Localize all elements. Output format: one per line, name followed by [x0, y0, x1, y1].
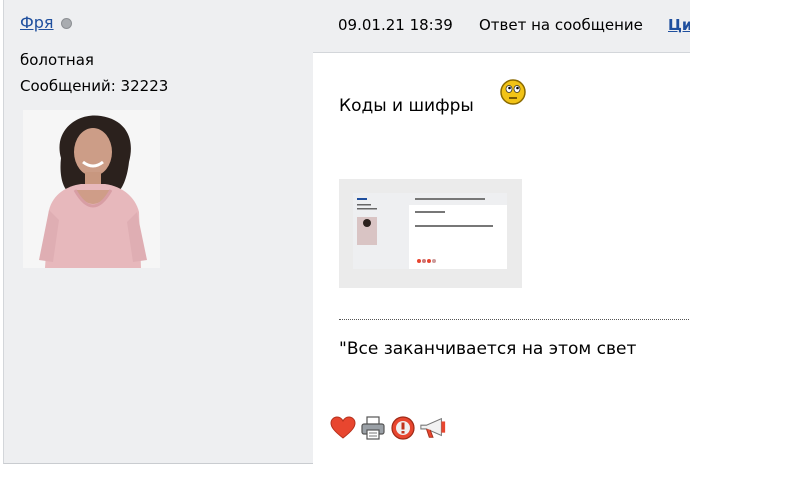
- post-main: 09.01.21 18:39 Ответ на сообщение Ци Код…: [313, 0, 690, 464]
- user-posts-count: Сообщений: 32223: [20, 77, 169, 95]
- user-sidebar: Фря болотная Сообщений: 32223: [3, 0, 314, 464]
- warning-icon[interactable]: [389, 414, 417, 442]
- username-link[interactable]: Фря: [20, 13, 54, 32]
- heart-icon[interactable]: [329, 414, 357, 442]
- offline-status-icon: [60, 18, 72, 29]
- attached-image-thumbnail[interactable]: [339, 179, 522, 288]
- post-actions: [329, 414, 447, 442]
- forum-post: Фря болотная Сообщений: 32223 09.01.21 1…: [0, 0, 690, 464]
- megaphone-icon[interactable]: [419, 414, 447, 442]
- reply-to-link[interactable]: Ци: [668, 16, 690, 34]
- signature-divider: [339, 319, 690, 320]
- reply-prefix: Ответ на сообщение: [479, 16, 643, 34]
- print-icon[interactable]: [359, 414, 387, 442]
- post-date: 09.01.21 18:39: [338, 16, 453, 34]
- post-header: 09.01.21 18:39 Ответ на сообщение Ци: [313, 0, 690, 53]
- post-text: Коды и шифры: [339, 96, 474, 116]
- username-row: Фря: [20, 13, 72, 32]
- smiley-icon: [499, 78, 527, 106]
- avatar: [23, 110, 160, 268]
- user-title: болотная: [20, 51, 94, 69]
- signature-text: "Все заканчивается на этом свет: [339, 339, 637, 359]
